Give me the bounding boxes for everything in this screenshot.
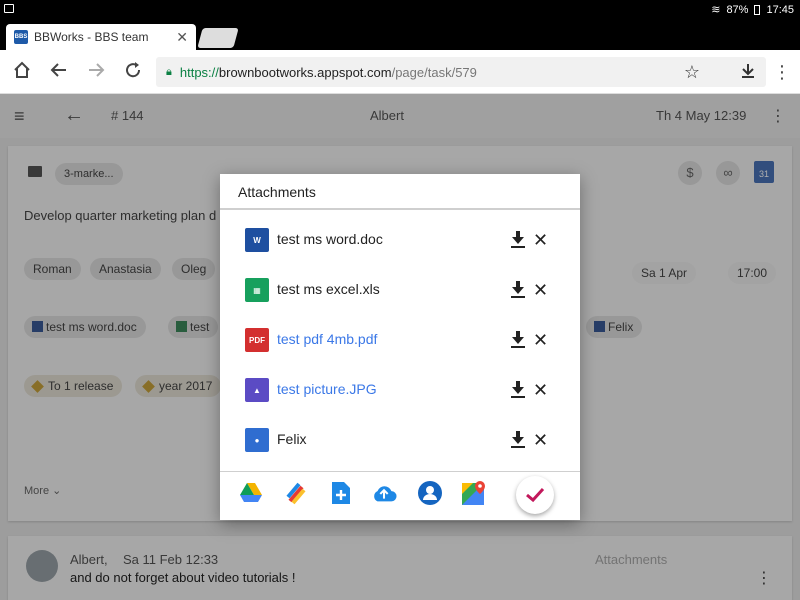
clock: 17:45 xyxy=(766,3,794,16)
reload-icon[interactable] xyxy=(121,60,145,84)
google-drive-icon[interactable] xyxy=(238,480,264,506)
url-path: /page/task/579 xyxy=(391,64,477,80)
download-icon[interactable] xyxy=(509,429,527,451)
download-icon[interactable] xyxy=(509,279,527,301)
remove-icon[interactable]: ✕ xyxy=(533,379,548,401)
attach-file-icon[interactable] xyxy=(283,480,309,506)
battery-icon xyxy=(754,4,761,15)
pdf-icon: PDF xyxy=(245,328,269,352)
remove-icon[interactable]: ✕ xyxy=(533,229,548,251)
add-file-icon[interactable] xyxy=(328,480,354,506)
favicon: BBS xyxy=(14,30,28,44)
lock-icon: 🔒︎ xyxy=(166,65,172,78)
attachment-row[interactable]: ▲ test picture.JPG ✕ xyxy=(220,365,580,415)
attachments-dialog: Attachments Wtest ms word.doc ✕ ▦ test ms e… xyxy=(220,174,580,520)
browser-tab[interactable]: BBS BBWorks - BBS team ✕ xyxy=(6,24,196,50)
close-tab-icon[interactable]: ✕ xyxy=(176,29,188,46)
download-icon[interactable] xyxy=(509,229,527,251)
status-bar: ≋ 87% 17:45 xyxy=(0,0,800,20)
attachment-row[interactable]: ● Felix ✕ xyxy=(220,415,580,465)
tab-bar: BBS BBWorks - BBS team ✕ xyxy=(0,20,800,50)
attachment-name[interactable]: test ms word.doc xyxy=(277,231,383,247)
url-scheme: https:// xyxy=(179,64,219,80)
forward-icon[interactable] xyxy=(84,60,108,84)
attachment-row[interactable]: ▦ test ms excel.xls ✕ xyxy=(220,265,580,315)
cloud-upload-icon[interactable] xyxy=(371,480,397,506)
download-icon[interactable] xyxy=(509,379,527,401)
attachment-name[interactable]: test ms excel.xls xyxy=(277,281,380,297)
gallery-icon xyxy=(4,4,14,13)
divider xyxy=(220,208,580,210)
new-tab-button[interactable] xyxy=(197,28,239,48)
remove-icon[interactable]: ✕ xyxy=(533,329,548,351)
remove-icon[interactable]: ✕ xyxy=(533,429,548,451)
attachment-name[interactable]: Felix xyxy=(277,431,307,447)
divider xyxy=(220,471,580,472)
home-icon[interactable] xyxy=(10,60,34,84)
attachment-row[interactable]: PDF test pdf 4mb.pdf ✕ xyxy=(220,315,580,365)
contact-icon: ● xyxy=(245,428,269,452)
browser-toolbar: 🔒︎ https:// brownbootworks.appspot.com /… xyxy=(0,50,800,94)
download-icon[interactable] xyxy=(509,329,527,351)
back-icon[interactable] xyxy=(47,60,71,84)
attachment-row[interactable]: Wtest ms word.doc ✕ xyxy=(220,215,580,265)
url-host: brownbootworks.appspot.com xyxy=(218,64,392,80)
excel-sheet-icon: ▦ xyxy=(245,278,269,302)
star-bookmark-icon[interactable]: ☆ xyxy=(684,62,700,83)
remove-icon[interactable]: ✕ xyxy=(533,279,548,301)
confirm-check-button[interactable] xyxy=(516,476,554,514)
attachment-name[interactable]: test pdf 4mb.pdf xyxy=(277,331,377,347)
battery-level: 87% xyxy=(726,3,749,16)
download-icon[interactable] xyxy=(740,63,756,82)
word-doc-icon: W xyxy=(245,228,269,252)
more-vert-icon[interactable]: ⋮ xyxy=(770,60,794,84)
google-maps-icon[interactable] xyxy=(461,480,487,506)
contact-circle-icon[interactable] xyxy=(417,480,443,506)
tab-title: BBWorks - BBS team xyxy=(34,30,149,44)
dialog-title: Attachments xyxy=(238,184,316,200)
image-icon: ▲ xyxy=(245,378,269,402)
wifi-icon: ≋ xyxy=(711,4,721,16)
attachment-name[interactable]: test picture.JPG xyxy=(277,381,377,397)
address-bar[interactable]: 🔒︎ https:// brownbootworks.appspot.com /… xyxy=(156,57,766,87)
